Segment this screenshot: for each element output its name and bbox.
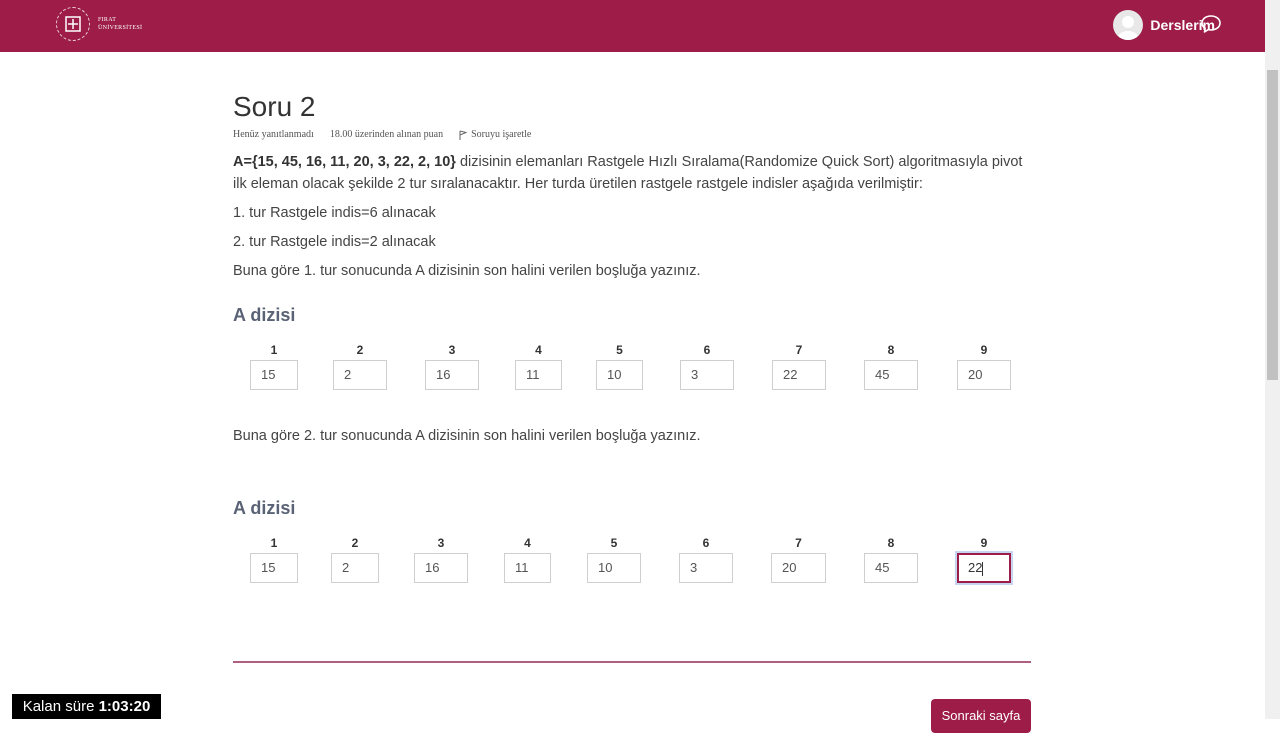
next-page-button[interactable]: Sonraki sayfa	[931, 699, 1031, 733]
round2-index-label: 5	[610, 536, 618, 550]
round2-answer-value: 15	[261, 560, 276, 575]
round1-index-label: 8	[887, 343, 895, 357]
scrollbar-thumb[interactable]	[1267, 70, 1278, 380]
round2-index-label: 9	[980, 536, 988, 550]
round1-answer-value: 10	[607, 367, 622, 382]
question-status: Henüz yanıtlanmadı	[233, 129, 314, 140]
round2-index-label: 6	[702, 536, 710, 550]
round1-index-label: 2	[356, 343, 364, 357]
round2-answer-input[interactable]: 11	[504, 553, 551, 583]
flag-icon	[459, 130, 468, 140]
round1-answer-value: 3	[691, 367, 699, 382]
avatar[interactable]	[1113, 10, 1144, 40]
round1-answer-input[interactable]: 45	[864, 360, 918, 390]
round1-answer-input[interactable]: 11	[515, 360, 562, 390]
university-logo[interactable]: FIRAT ÜNİVERSİTESİ	[56, 7, 142, 41]
messages-icon[interactable]	[1199, 13, 1223, 35]
flag-question-link[interactable]: Soruyu işaretle	[459, 129, 531, 140]
round2-answer-value: 20	[782, 560, 797, 575]
round2-answer-input[interactable]: 20	[771, 553, 826, 583]
round2-answer-value: 22	[968, 560, 983, 575]
timer-value: 1:03:20	[98, 698, 151, 715]
round1-answer-input[interactable]: 16	[425, 360, 479, 390]
round1-index-label: 7	[795, 343, 803, 357]
round2-answer-input[interactable]: 22	[957, 553, 1011, 583]
timer-label: Kalan süre	[22, 698, 95, 715]
array-heading-round1: A dizisi	[233, 305, 296, 325]
round1-answer-input[interactable]: 3	[680, 360, 734, 390]
round2-index-label: 7	[795, 536, 802, 550]
round2-answer-input[interactable]: 15	[250, 553, 298, 583]
text-caret	[982, 561, 984, 576]
round2-index-label: 4	[524, 536, 531, 550]
remaining-time-box: Kalan süre 1:03:20	[12, 694, 161, 719]
round1-index-label: 6	[703, 343, 711, 357]
round1-answer-input[interactable]: 22	[772, 360, 826, 390]
logo-line1: FIRAT	[98, 17, 117, 23]
array-heading-round2: A dizisi	[233, 498, 296, 518]
round1-answer-value: 15	[261, 367, 276, 382]
round2-answer-value: 11	[515, 560, 529, 575]
round2-answer-value: 10	[598, 560, 613, 575]
round2-answer-input[interactable]: 45	[864, 553, 918, 583]
page-scrollbar[interactable]	[1265, 0, 1280, 719]
round1-answer-value: 11	[526, 367, 540, 382]
round2-index-label: 3	[437, 536, 445, 550]
round1-index-label: 1	[270, 343, 278, 357]
logo-emblem-icon	[56, 7, 90, 41]
question-title: Soru 2	[233, 91, 316, 122]
flag-question-label: Soruyu işaretle	[471, 129, 532, 140]
round2-answer-input[interactable]: 10	[587, 553, 641, 583]
round2-prompt: Buna göre 2. tur sonucunda A dizisinin s…	[233, 428, 701, 444]
top-navbar: FIRAT ÜNİVERSİTESİ Derslerim	[0, 0, 1265, 52]
page-divider	[233, 661, 1031, 663]
round1-answer-input[interactable]: 2	[333, 360, 387, 390]
user-silhouette-icon	[1118, 16, 1139, 40]
question-points: 18.00 üzerinden alınan puan	[329, 129, 444, 140]
round1-answer-input[interactable]: 15	[250, 360, 298, 390]
round2-answer-input[interactable]: 3	[679, 553, 733, 583]
round1-answer-value: 2	[344, 367, 352, 382]
round1-index-label: 9	[980, 343, 988, 357]
round2-answer-input[interactable]: 2	[331, 553, 379, 583]
round2-index-label: 2	[351, 536, 359, 550]
question-info: Henüz yanıtlanmadı 18.00 üzerinden alına…	[233, 129, 531, 140]
round2-info: 2. tur Rastgele indis=2 alınacak	[233, 234, 436, 250]
round1-answer-value: 16	[436, 367, 451, 382]
round2-answer-value: 45	[875, 560, 890, 575]
question-array-definition: A={15, 45, 16, 11, 20, 3, 22, 2, 10}	[233, 154, 456, 170]
round1-index-label: 3	[448, 343, 456, 357]
logo-line2: ÜNİVERSİTESİ	[98, 25, 143, 31]
round2-index-label: 8	[887, 536, 895, 550]
round1-answer-value: 22	[783, 367, 798, 382]
round2-answer-value: 16	[425, 560, 440, 575]
round1-answer-value: 45	[875, 367, 890, 382]
round1-answer-input[interactable]: 10	[596, 360, 643, 390]
question-intro: A={15, 45, 16, 11, 20, 3, 22, 2, 10} diz…	[233, 151, 1033, 195]
round2-answer-input[interactable]: 16	[414, 553, 468, 583]
round1-info: 1. tur Rastgele indis=6 alınacak	[233, 205, 436, 221]
round2-answer-value: 3	[690, 560, 698, 575]
round1-prompt: Buna göre 1. tur sonucunda A dizisinin s…	[233, 263, 701, 279]
round1-answer-value: 20	[968, 367, 983, 382]
logo-text: FIRAT ÜNİVERSİTESİ	[98, 16, 142, 32]
round2-answer-value: 2	[342, 560, 350, 575]
round1-answer-input[interactable]: 20	[957, 360, 1011, 390]
round1-index-label: 5	[616, 343, 623, 357]
round2-index-label: 1	[270, 536, 278, 550]
round1-index-label: 4	[535, 343, 542, 357]
